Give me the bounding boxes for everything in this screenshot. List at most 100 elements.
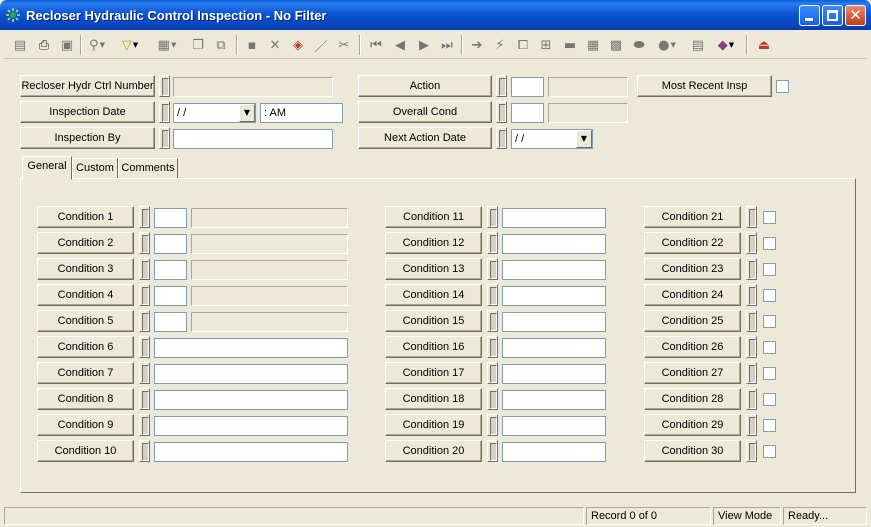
condition-24-checkbox[interactable] — [763, 289, 776, 302]
next-record-icon[interactable]: ▶ — [414, 35, 434, 55]
condition-28-button[interactable]: Condition 28 — [644, 388, 741, 410]
condition-9-button[interactable]: Condition 9 — [37, 414, 134, 436]
new-record-icon[interactable]: ❐ — [188, 35, 208, 55]
action-button[interactable]: Action — [358, 75, 492, 97]
condition-10-field[interactable] — [154, 442, 348, 462]
tab-custom[interactable]: Custom — [72, 158, 118, 179]
inspection-by-field[interactable] — [173, 129, 333, 149]
condition-19-field[interactable] — [502, 416, 606, 436]
last-record-icon[interactable]: ⏭ — [437, 35, 457, 55]
condition-14-button[interactable]: Condition 14 — [385, 284, 482, 306]
condition-8-field[interactable] — [154, 390, 348, 410]
condition-1-code-field[interactable] — [154, 208, 187, 228]
condition-2-button[interactable]: Condition 2 — [37, 232, 134, 254]
condition-21-button[interactable]: Condition 21 — [644, 206, 741, 228]
condition-16-button[interactable]: Condition 16 — [385, 336, 482, 358]
next-action-date-field[interactable]: / / ▼ — [511, 129, 593, 149]
recloser-number-button[interactable]: Recloser Hydr Ctrl Number — [20, 75, 155, 97]
lightning-icon[interactable]: ⚡ — [490, 35, 510, 55]
condition-5-code-field[interactable] — [154, 312, 187, 332]
globe-icon[interactable]: ● ▼ — [652, 35, 682, 55]
condition-13-button[interactable]: Condition 13 — [385, 258, 482, 280]
report-icon[interactable]: ▦ ▼ — [152, 35, 182, 55]
condition-17-button[interactable]: Condition 17 — [385, 362, 482, 384]
goto-icon[interactable]: ➔ — [467, 35, 487, 55]
shape-icon[interactable]: ⬬ — [629, 35, 649, 55]
condition-15-field[interactable] — [502, 312, 606, 332]
condition-7-button[interactable]: Condition 7 — [37, 362, 134, 384]
condition-5-button[interactable]: Condition 5 — [37, 310, 134, 332]
condition-27-button[interactable]: Condition 27 — [644, 362, 741, 384]
map-icon[interactable]: ▩ — [606, 35, 626, 55]
book-icon[interactable]: ◆ ▼ — [711, 35, 741, 55]
close-button[interactable]: ✕ — [845, 5, 866, 26]
condition-10-button[interactable]: Condition 10 — [37, 440, 134, 462]
condition-22-button[interactable]: Condition 22 — [644, 232, 741, 254]
copy-record-icon[interactable]: ⧉ — [211, 35, 231, 55]
link-icon[interactable]: ⧠ — [513, 35, 533, 55]
bar-icon[interactable]: ▬ — [560, 35, 580, 55]
save-icon[interactable]: ▪ — [242, 35, 262, 55]
inspection-date-button[interactable]: Inspection Date — [20, 101, 155, 123]
condition-23-checkbox[interactable] — [763, 263, 776, 276]
condition-11-field[interactable] — [502, 208, 606, 228]
condition-3-code-field[interactable] — [154, 260, 187, 280]
condition-21-checkbox[interactable] — [763, 211, 776, 224]
condition-19-button[interactable]: Condition 19 — [385, 414, 482, 436]
maximize-button[interactable] — [822, 5, 843, 26]
condition-15-button[interactable]: Condition 15 — [385, 310, 482, 332]
form-icon[interactable]: ▤ — [10, 35, 30, 55]
condition-6-button[interactable]: Condition 6 — [37, 336, 134, 358]
delete-icon[interactable]: ✕ — [265, 35, 285, 55]
recloser-number-field[interactable] — [173, 77, 333, 97]
condition-20-button[interactable]: Condition 20 — [385, 440, 482, 462]
condition-22-checkbox[interactable] — [763, 237, 776, 250]
condition-13-field[interactable] — [502, 260, 606, 280]
condition-20-field[interactable] — [502, 442, 606, 462]
most-recent-insp-checkbox[interactable] — [776, 80, 789, 93]
edit-icon[interactable]: ／ — [311, 35, 331, 55]
condition-3-button[interactable]: Condition 3 — [37, 258, 134, 280]
print-preview-icon[interactable]: ▣ — [57, 35, 77, 55]
date-dropdown-button[interactable]: ▼ — [239, 104, 255, 122]
condition-18-field[interactable] — [502, 390, 606, 410]
inspection-by-button[interactable]: Inspection By — [20, 127, 155, 149]
inspection-time-field[interactable]: : AM — [260, 103, 343, 123]
condition-29-checkbox[interactable] — [763, 419, 776, 432]
overall-cond-code-field[interactable] — [511, 103, 544, 123]
condition-24-button[interactable]: Condition 24 — [644, 284, 741, 306]
condition-29-button[interactable]: Condition 29 — [644, 414, 741, 436]
condition-6-field[interactable] — [154, 338, 348, 358]
condition-2-code-field[interactable] — [154, 234, 187, 254]
minimize-button[interactable] — [799, 5, 820, 26]
condition-28-checkbox[interactable] — [763, 393, 776, 406]
title-bar[interactable]: Recloser Hydraulic Control Inspection - … — [0, 0, 871, 30]
condition-1-button[interactable]: Condition 1 — [37, 206, 134, 228]
condition-18-button[interactable]: Condition 18 — [385, 388, 482, 410]
print-icon[interactable]: ⎙ — [34, 35, 54, 55]
condition-25-button[interactable]: Condition 25 — [644, 310, 741, 332]
exit-icon[interactable]: ⏏ — [754, 35, 774, 55]
condition-17-field[interactable] — [502, 364, 606, 384]
overall-cond-button[interactable]: Overall Cond — [358, 101, 492, 123]
condition-30-button[interactable]: Condition 30 — [644, 440, 741, 462]
condition-12-button[interactable]: Condition 12 — [385, 232, 482, 254]
condition-7-field[interactable] — [154, 364, 348, 384]
stack-icon[interactable]: ◈ — [288, 35, 308, 55]
condition-14-field[interactable] — [502, 286, 606, 306]
calculator-icon[interactable]: ▤ — [688, 35, 708, 55]
tab-general[interactable]: General — [22, 156, 72, 180]
cut-icon[interactable]: ✂ — [334, 35, 354, 55]
condition-16-field[interactable] — [502, 338, 606, 358]
condition-8-button[interactable]: Condition 8 — [37, 388, 134, 410]
condition-26-button[interactable]: Condition 26 — [644, 336, 741, 358]
condition-30-checkbox[interactable] — [763, 445, 776, 458]
date-dropdown-button[interactable]: ▼ — [576, 130, 592, 148]
find-icon[interactable]: ⚲ ▼ — [84, 35, 110, 55]
condition-26-checkbox[interactable] — [763, 341, 776, 354]
most-recent-insp-button[interactable]: Most Recent Insp — [637, 75, 772, 97]
inspection-date-field[interactable]: / / ▼ — [173, 103, 256, 123]
prev-record-icon[interactable]: ◀ — [390, 35, 410, 55]
grid-icon[interactable]: ▦ — [583, 35, 603, 55]
condition-4-code-field[interactable] — [154, 286, 187, 306]
